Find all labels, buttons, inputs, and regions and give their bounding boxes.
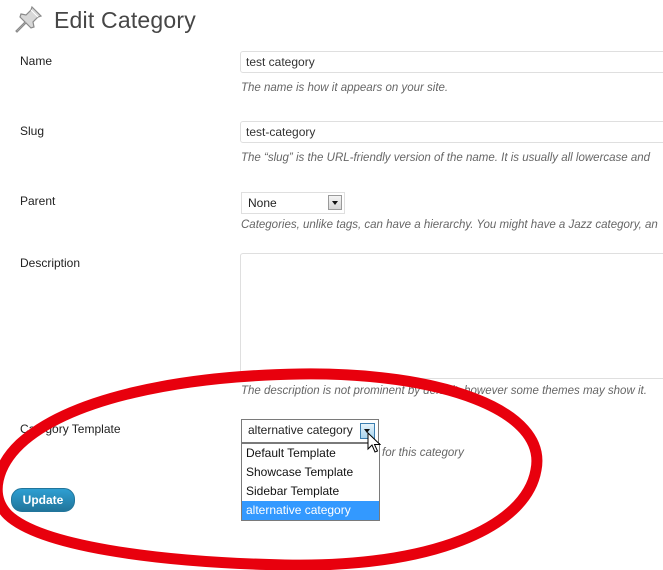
parent-label: Parent — [20, 194, 56, 208]
pushpin-icon — [15, 5, 43, 33]
parent-hint: Categories, unlike tags, can have a hier… — [241, 219, 658, 231]
update-button[interactable]: Update — [11, 488, 75, 512]
category-template-select[interactable]: alternative category — [241, 419, 379, 443]
category-template-hint: for this category — [382, 447, 464, 459]
dropdown-option[interactable]: Showcase Template — [242, 463, 379, 482]
description-textarea[interactable] — [240, 253, 663, 379]
page-title: Edit Category — [54, 6, 196, 33]
category-template-select-value: alternative category — [248, 423, 353, 437]
slug-input[interactable]: test-category — [240, 121, 663, 143]
page-header: Edit Category — [12, 2, 196, 38]
name-label: Name — [20, 54, 53, 68]
category-template-dropdown: Default Template Showcase Template Sideb… — [241, 443, 380, 521]
name-input[interactable]: test category — [240, 51, 663, 73]
description-hint: The description is not prominent by defa… — [241, 385, 647, 397]
name-hint: The name is how it appears on your site. — [241, 82, 449, 94]
parent-select[interactable]: None — [241, 192, 345, 214]
dropdown-option[interactable]: Sidebar Template — [242, 482, 379, 501]
dropdown-option[interactable]: Default Template — [242, 444, 379, 463]
parent-select-value: None — [248, 196, 277, 210]
mouse-cursor-icon — [367, 432, 381, 453]
description-label: Description — [20, 256, 81, 270]
category-template-label: Category Template — [20, 422, 121, 436]
chevron-down-icon[interactable] — [328, 195, 342, 210]
slug-label: Slug — [20, 124, 45, 138]
dropdown-option-selected[interactable]: alternative category — [242, 501, 379, 520]
slug-hint: The “slug” is the URL-friendly version o… — [241, 152, 651, 164]
